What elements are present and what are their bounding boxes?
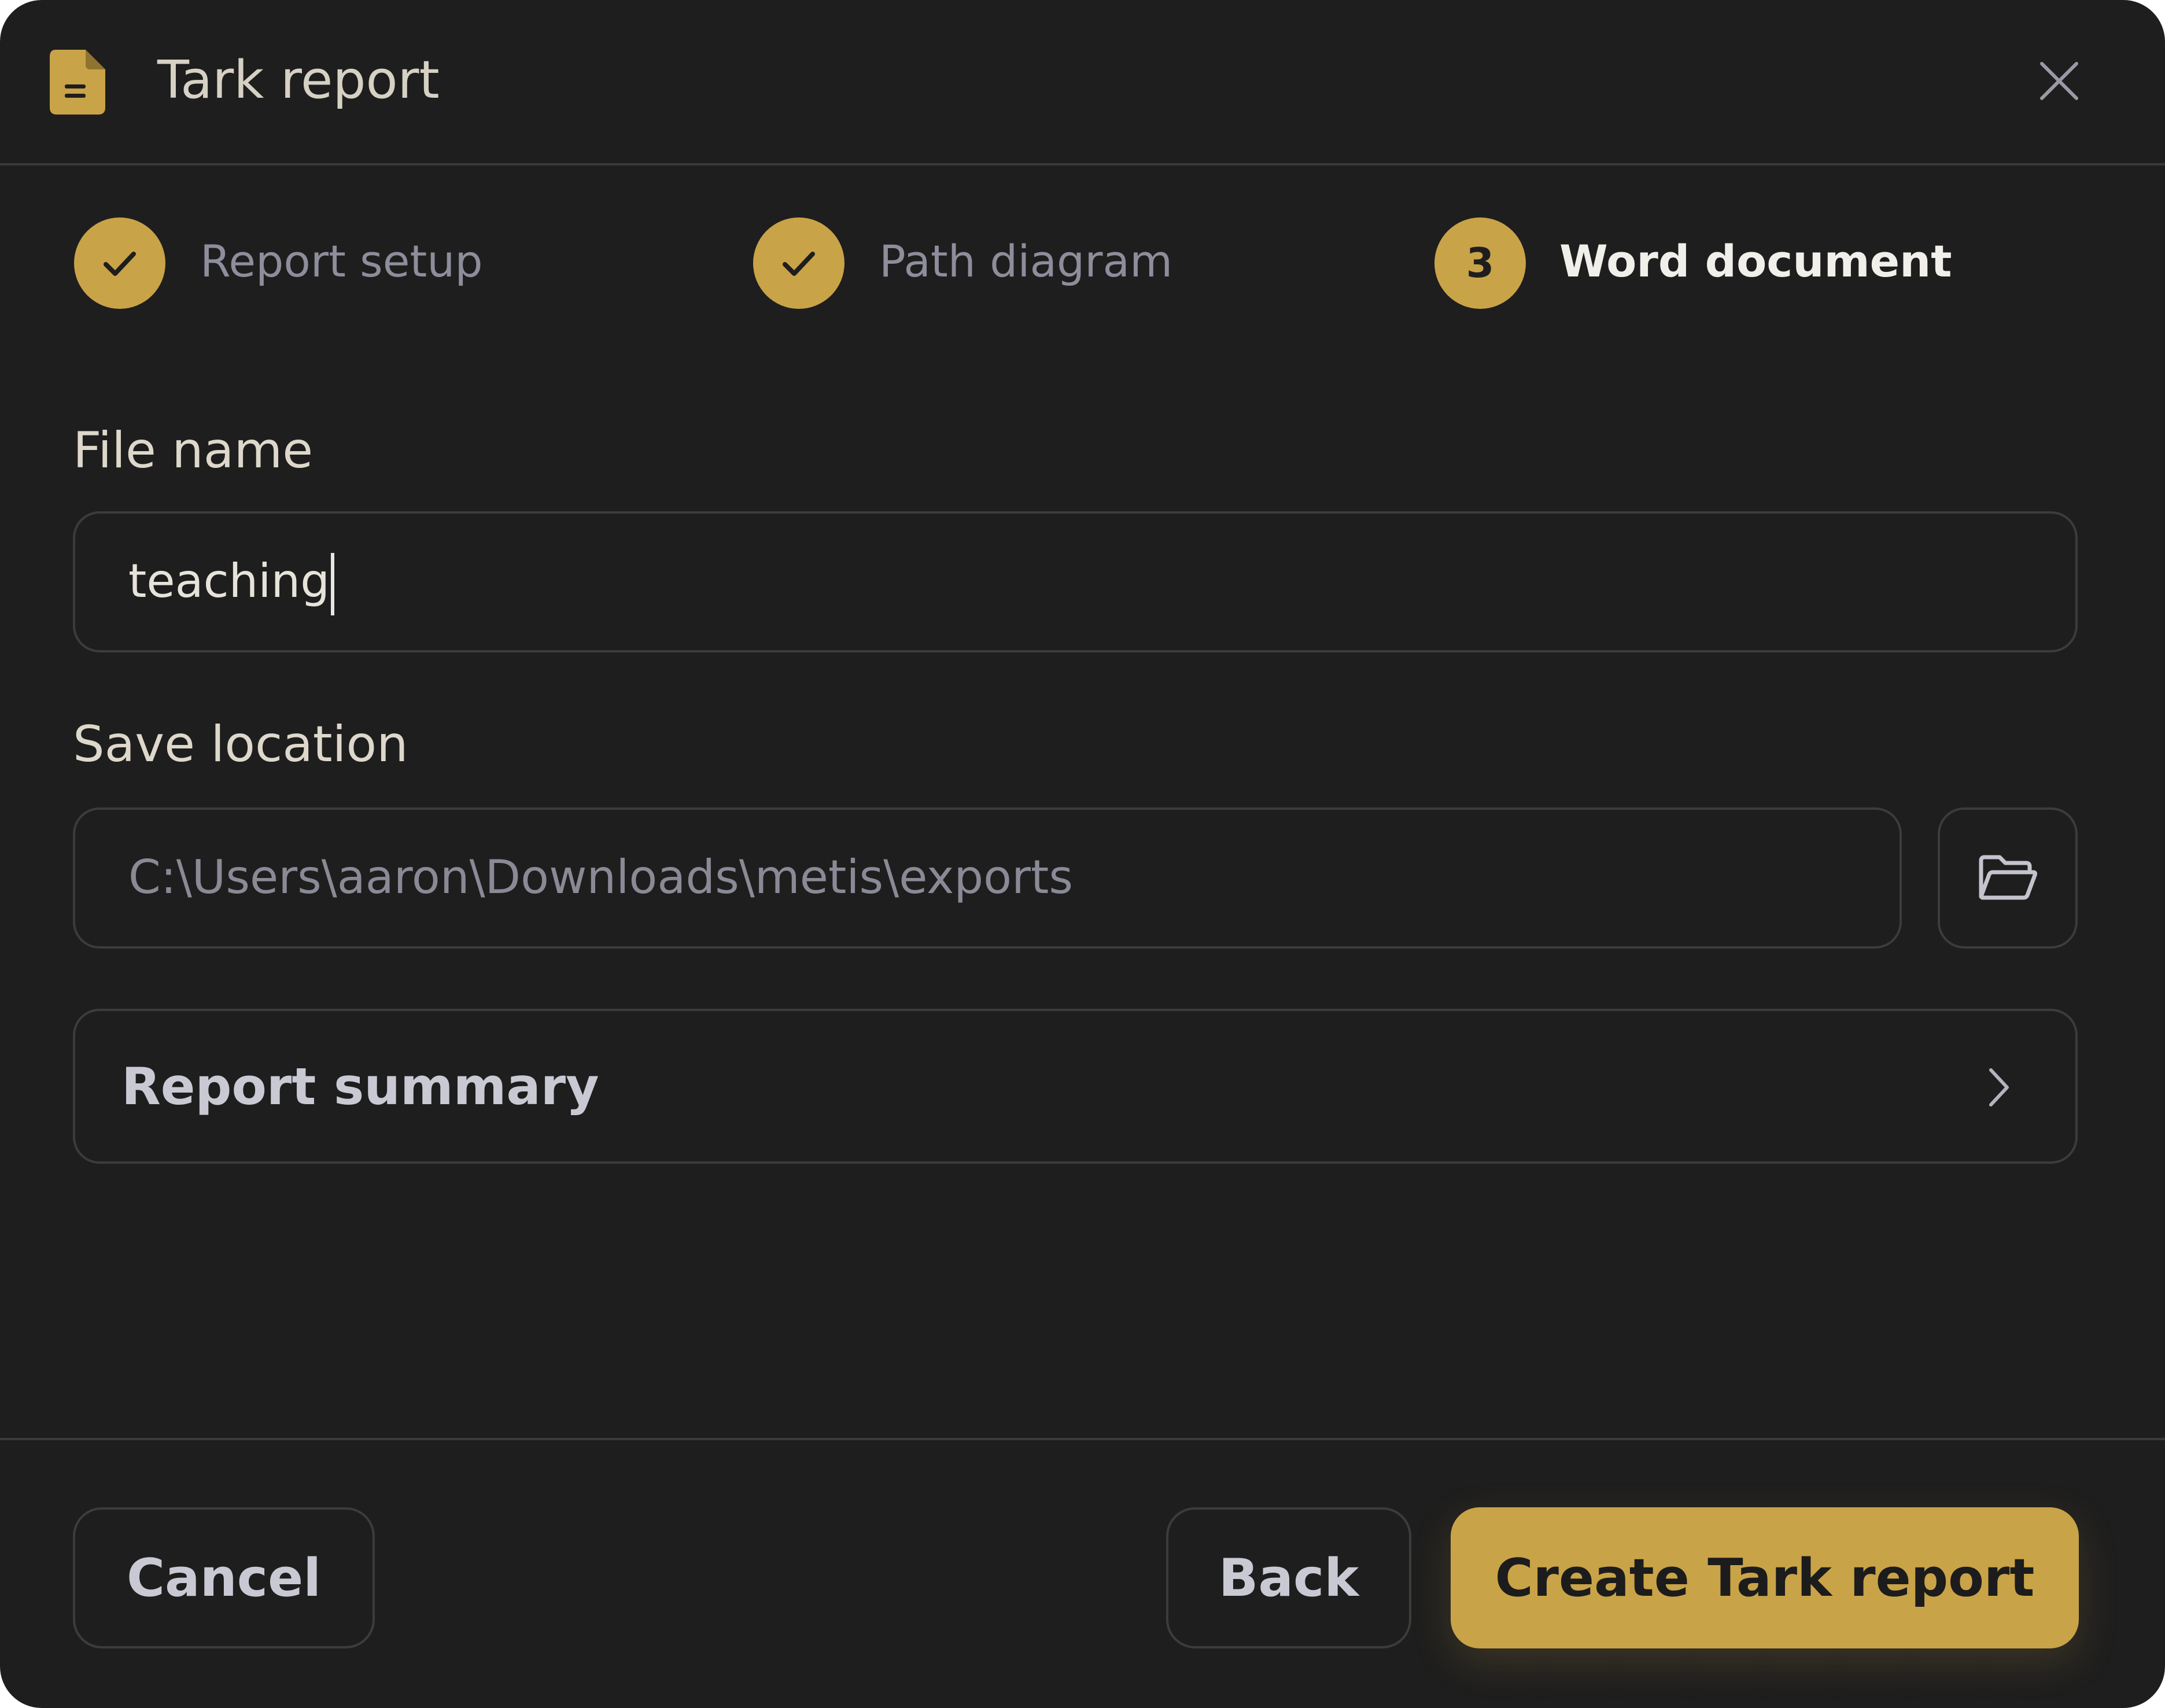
browse-folder-button[interactable] xyxy=(1938,807,2078,949)
dialog-header: Tark report xyxy=(0,0,2165,165)
save-location-value: C:\Users\aaron\Downloads\metis\exports xyxy=(128,850,1074,904)
step-label-report-setup: Report setup xyxy=(200,235,483,287)
step-label-path-diagram: Path diagram xyxy=(879,235,1173,287)
save-location-label: Save location xyxy=(73,715,408,773)
cancel-button[interactable]: Cancel xyxy=(73,1507,375,1648)
chevron-right-icon xyxy=(1989,1068,2009,1106)
text-caret xyxy=(331,553,335,616)
file-name-input[interactable]: teaching xyxy=(73,511,2078,652)
report-summary-label: Report summary xyxy=(121,1057,599,1116)
create-tark-report-button[interactable]: Create Tark report xyxy=(1451,1507,2079,1648)
dialog-footer: Cancel Back Create Tark report xyxy=(0,1438,2165,1708)
save-location-input[interactable]: C:\Users\aaron\Downloads\metis\exports xyxy=(73,807,1902,949)
close-icon[interactable] xyxy=(2036,58,2082,104)
file-name-value: teaching xyxy=(128,554,330,608)
report-summary-accordion[interactable]: Report summary xyxy=(73,1009,2078,1164)
back-button[interactable]: Back xyxy=(1166,1507,1411,1648)
dialog-title: Tark report xyxy=(157,50,440,110)
tark-report-dialog: Tark report Report setup Path diagram 3 … xyxy=(0,0,2165,1708)
document-icon xyxy=(50,50,105,115)
file-name-label: File name xyxy=(73,422,313,479)
folder-open-icon xyxy=(1979,855,2038,900)
step-3-number: 3 xyxy=(1434,217,1526,309)
check-icon xyxy=(783,252,815,276)
step-2-check-icon xyxy=(753,217,844,309)
step-1-check-icon xyxy=(74,217,165,309)
file-name-value-wrap: teaching xyxy=(128,549,335,616)
check-icon xyxy=(104,252,136,276)
step-label-word-document: Word document xyxy=(1559,235,1952,287)
